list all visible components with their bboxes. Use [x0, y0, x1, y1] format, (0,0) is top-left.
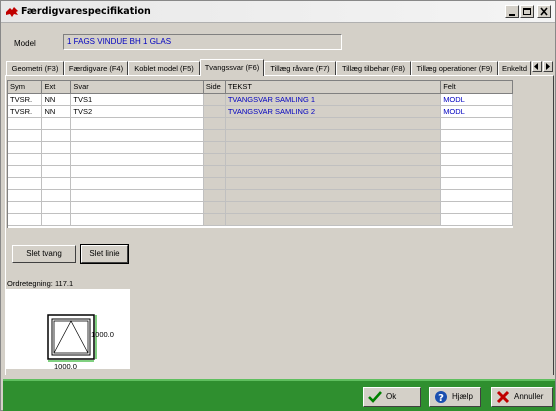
window-title: Færdigvarespecifikation: [21, 6, 151, 17]
table-row[interactable]: TVSR. NN TVS2 TVANGSVAR SAMLING 2 MODL: [8, 105, 513, 118]
table-row[interactable]: TVSR. NN TVS1 TVANGSVAR SAMLING 1 MODL: [8, 93, 513, 106]
maximize-icon: [523, 8, 531, 15]
empty-row[interactable]: [8, 213, 513, 226]
width-dimension: 1000.0: [54, 362, 77, 371]
close-button[interactable]: [537, 5, 551, 18]
cell-svar[interactable]: TVS2: [70, 105, 204, 118]
window-drawing: [47, 314, 97, 362]
tab-scroll-left-button[interactable]: [532, 61, 542, 72]
title-bar[interactable]: Færdigvarespecifikation: [1, 1, 555, 23]
tab-scroll-right-button[interactable]: [543, 61, 553, 72]
empty-row[interactable]: [8, 177, 513, 190]
tab-tvangssvar[interactable]: Tvangssvar (F6): [200, 59, 264, 76]
column-header-tekst[interactable]: TEKST: [225, 81, 442, 94]
tab-koblet-model[interactable]: Koblet model (F5): [128, 61, 200, 75]
cell-ext[interactable]: NN: [41, 105, 72, 118]
check-icon: [368, 391, 382, 403]
tab-strip: Geometri (F3) Færdigvare (F4) Koblet mod…: [6, 59, 554, 76]
arrow-left-icon: [534, 63, 538, 70]
empty-row[interactable]: [8, 141, 513, 154]
cell-side[interactable]: [203, 105, 226, 118]
delete-constraint-button[interactable]: Slet tvang: [12, 245, 76, 263]
minimize-button[interactable]: [505, 5, 519, 18]
column-header-svar[interactable]: Svar: [70, 81, 204, 94]
cancel-button[interactable]: Annuller: [491, 387, 553, 407]
height-dimension: 1000.0: [91, 330, 114, 339]
help-icon: ?: [435, 391, 447, 404]
close-icon: [540, 7, 548, 16]
main-window: Færdigvarespecifikation Model 1 FAGS VIN…: [0, 0, 556, 411]
delete-line-button[interactable]: Slet linie: [80, 244, 129, 264]
cell-ext[interactable]: NN: [41, 93, 72, 106]
help-button[interactable]: ? Hjælp: [429, 387, 481, 407]
tab-tillaeg-operationer[interactable]: Tillæg operationer (F9): [411, 61, 498, 75]
grid-table: Sym Ext Svar Side TEKST Felt TVSR. NN TV…: [8, 81, 513, 226]
column-header-side[interactable]: Side: [203, 81, 226, 94]
app-icon: [6, 7, 18, 17]
empty-row[interactable]: [8, 165, 513, 178]
tab-faerdigvare[interactable]: Færdigvare (F4): [64, 61, 128, 75]
empty-row[interactable]: [8, 201, 513, 214]
cell-tekst[interactable]: TVANGSVAR SAMLING 2: [225, 105, 442, 118]
cell-felt[interactable]: MODL: [440, 105, 513, 118]
tab-tillaeg-tilbehor[interactable]: Tillæg tilbehør (F8): [336, 61, 411, 75]
minimize-icon: [509, 14, 515, 16]
arrow-right-icon: [546, 63, 550, 70]
empty-row[interactable]: [8, 117, 513, 130]
column-header-felt[interactable]: Felt: [440, 81, 513, 94]
empty-row[interactable]: [8, 153, 513, 166]
tab-tillaeg-ravare[interactable]: Tillæg råvare (F7): [264, 61, 336, 75]
model-label: Model: [14, 39, 36, 48]
preview-header: Ordretegning: 117.1: [6, 279, 130, 289]
drawing-preview: Ordretegning: 117.1 1000.0 1000.0: [6, 279, 130, 371]
model-field[interactable]: 1 FAGS VINDUE BH 1 GLAS: [63, 34, 342, 50]
maximize-button[interactable]: [520, 5, 534, 18]
footer-bar: Ok ? Hjælp Annuller: [3, 379, 555, 411]
cell-svar[interactable]: TVS1: [70, 93, 204, 106]
ok-button[interactable]: Ok: [363, 387, 421, 407]
tab-enkeltdele[interactable]: Enkeltd: [498, 61, 531, 75]
cell-tekst[interactable]: TVANGSVAR SAMLING 1: [225, 93, 442, 106]
constraint-grid[interactable]: Sym Ext Svar Side TEKST Felt TVSR. NN TV…: [7, 80, 513, 228]
column-header-ext[interactable]: Ext: [41, 81, 72, 94]
svg-text:?: ?: [438, 393, 444, 404]
empty-row[interactable]: [8, 129, 513, 142]
column-header-sym[interactable]: Sym: [8, 81, 43, 94]
cancel-icon: [496, 390, 510, 404]
tab-geometri[interactable]: Geometri (F3): [6, 61, 64, 75]
cell-felt[interactable]: MODL: [440, 93, 513, 106]
cell-sym[interactable]: TVSR.: [8, 93, 43, 106]
grid-header-row: Sym Ext Svar Side TEKST Felt: [8, 81, 513, 94]
cell-sym[interactable]: TVSR.: [8, 105, 43, 118]
cell-side[interactable]: [203, 93, 226, 106]
empty-row[interactable]: [8, 189, 513, 202]
